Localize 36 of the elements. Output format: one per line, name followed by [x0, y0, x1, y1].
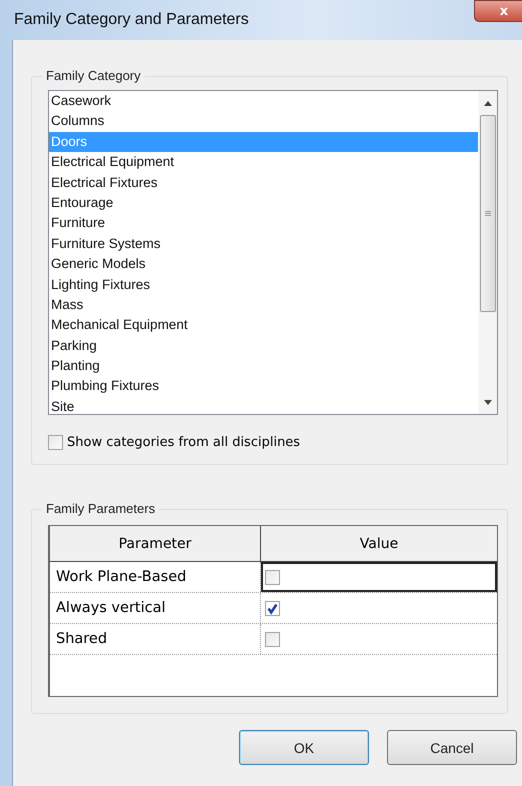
dialog-button[interactable]: Cancel — [387, 730, 517, 765]
scroll-thumb[interactable] — [480, 115, 496, 312]
checkbox[interactable] — [265, 600, 280, 616]
table-cell: Work Plane-Based — [50, 562, 261, 592]
category-item[interactable]: Electrical Equipment — [49, 152, 478, 173]
group-legend: Family Category — [42, 68, 145, 83]
column-header: Parameter — [50, 526, 261, 561]
grip-icon — [485, 211, 491, 216]
category-item[interactable]: Mechanical Equipment — [49, 315, 478, 336]
category-item[interactable]: Site — [49, 396, 478, 418]
category-item[interactable]: Lighting Fixtures — [49, 274, 478, 295]
checkbox[interactable] — [265, 632, 280, 646]
table-cell: Always vertical — [50, 593, 261, 623]
group-legend: Family Parameters — [42, 501, 160, 516]
category-item[interactable]: Mass — [49, 294, 478, 316]
dialog-button[interactable]: OK — [239, 730, 369, 765]
value-cell[interactable] — [261, 562, 497, 592]
category-item[interactable]: Planting — [49, 356, 478, 376]
category-item[interactable]: Casework — [49, 91, 478, 112]
category-item[interactable]: Generic Models — [49, 254, 478, 275]
category-item[interactable]: Furniture Systems — [49, 234, 478, 254]
table-cell: Shared — [50, 624, 261, 654]
checkbox[interactable] — [48, 435, 63, 450]
category-item[interactable]: Furniture — [49, 213, 478, 234]
scrollbar[interactable] — [478, 91, 497, 414]
checkbox-label: Show categories from all disciplines — [67, 435, 300, 450]
scroll-up-icon[interactable] — [484, 101, 492, 106]
scroll-down-icon[interactable] — [484, 400, 492, 405]
column-header: Value — [358, 534, 400, 554]
checkbox[interactable] — [265, 570, 280, 584]
category-item[interactable]: Parking — [49, 336, 478, 356]
category-item[interactable]: Electrical Fixtures — [49, 172, 478, 193]
category-item[interactable]: Entourage — [49, 192, 478, 214]
category-item[interactable]: Columns — [49, 111, 478, 132]
category-item[interactable]: Plumbing Fixtures — [49, 376, 478, 397]
window-title: Family Category and Parameters — [14, 11, 249, 29]
